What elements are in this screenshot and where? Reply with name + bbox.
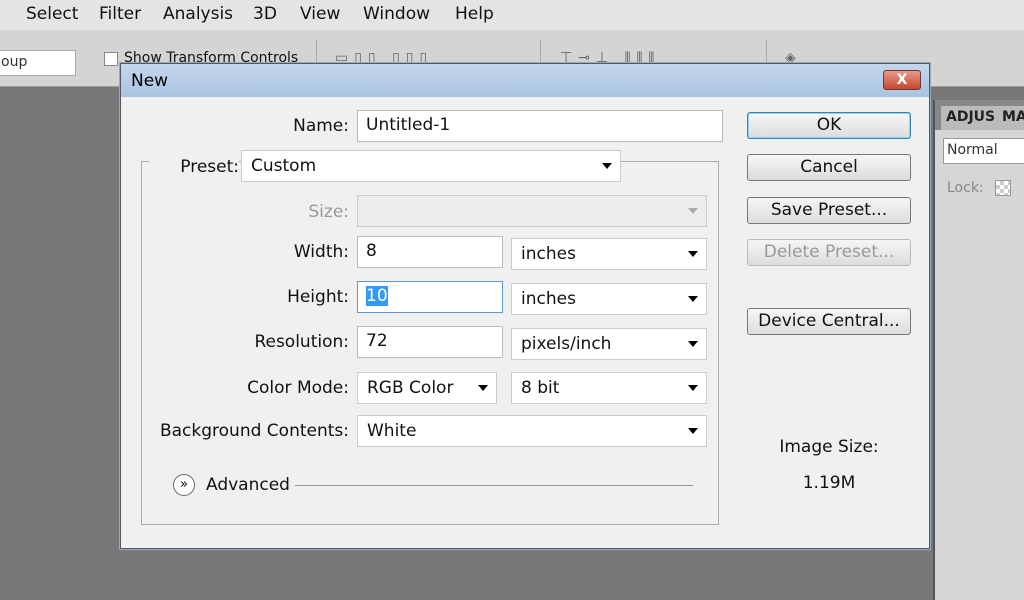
background-select[interactable]: White [357, 415, 707, 447]
advanced-label[interactable]: Advanced [206, 475, 290, 495]
image-size-label: Image Size: [779, 437, 879, 457]
new-document-dialog: New X Name: Untitled-1 Preset: Custom Si… [120, 63, 930, 549]
chevron-down-icon [688, 341, 698, 347]
chevron-down-icon [602, 163, 612, 169]
color-mode-label: Color Mode: [247, 378, 349, 398]
save-preset-button[interactable]: Save Preset... [747, 197, 911, 224]
menu-view[interactable]: View [300, 4, 340, 24]
size-label: Size: [308, 202, 349, 222]
adjustments-panel: ADJUS MA Normal Lock: [933, 100, 1024, 600]
preset-value: Custom [251, 156, 317, 176]
bit-depth-value: 8 bit [521, 378, 560, 398]
height-value: 10 [366, 286, 388, 306]
menu-3d[interactable]: 3D [253, 4, 277, 24]
name-label: Name: [293, 116, 349, 136]
chevron-down-icon [688, 251, 698, 257]
chevron-down-icon [688, 296, 698, 302]
menu-help[interactable]: Help [455, 4, 494, 24]
dialog-title-bar: New X [121, 64, 929, 97]
preset-select[interactable]: Custom [241, 150, 621, 182]
chevron-down-icon [688, 208, 698, 214]
name-input[interactable]: Untitled-1 [357, 110, 723, 142]
resolution-label: Resolution: [254, 332, 349, 352]
lock-transparency-icon[interactable] [995, 180, 1011, 196]
menu-filter[interactable]: Filter [99, 4, 141, 24]
auto-select-dropdown[interactable]: oup [0, 50, 76, 76]
background-label: Background Contents: [159, 421, 349, 441]
close-button[interactable]: X [883, 70, 921, 90]
background-value: White [367, 421, 417, 441]
blend-mode-select[interactable]: Normal [943, 138, 1024, 164]
image-size-value: 1.19M [802, 473, 856, 493]
dialog-title: New [131, 71, 169, 91]
show-transform-checkbox[interactable] [104, 52, 118, 66]
width-unit-value: inches [521, 244, 576, 264]
tab-masks[interactable]: MA [997, 106, 1024, 130]
advanced-divider [295, 485, 693, 486]
bit-depth-select[interactable]: 8 bit [511, 372, 707, 404]
color-mode-select[interactable]: RGB Color [357, 372, 497, 404]
lock-label: Lock: [947, 180, 984, 196]
resolution-unit-select[interactable]: pixels/inch [511, 328, 707, 360]
size-select [357, 195, 707, 227]
width-unit-select[interactable]: inches [511, 238, 707, 270]
tab-adjustments[interactable]: ADJUS [941, 106, 1001, 130]
menu-window[interactable]: Window [363, 4, 430, 24]
menu-bar: Select Filter Analysis 3D View Window He… [0, 0, 1024, 30]
ok-button[interactable]: OK [747, 112, 911, 139]
color-mode-value: RGB Color [367, 378, 454, 398]
resolution-input[interactable]: 72 [357, 326, 503, 358]
chevron-down-icon [688, 385, 698, 391]
height-input[interactable]: 10 [357, 281, 503, 313]
device-central-button[interactable]: Device Central... [747, 308, 911, 335]
expand-advanced-icon[interactable]: » [173, 474, 195, 496]
cancel-button[interactable]: Cancel [747, 154, 911, 181]
delete-preset-button: Delete Preset... [747, 239, 911, 266]
height-unit-value: inches [521, 289, 576, 309]
width-input[interactable]: 8 [357, 236, 503, 268]
height-unit-select[interactable]: inches [511, 283, 707, 315]
preset-label: Preset: [149, 157, 239, 177]
menu-select[interactable]: Select [26, 4, 78, 24]
chevron-down-icon [478, 385, 488, 391]
chevron-down-icon [688, 428, 698, 434]
width-label: Width: [293, 242, 349, 262]
height-label: Height: [287, 287, 349, 307]
menu-analysis[interactable]: Analysis [163, 4, 233, 24]
resolution-unit-value: pixels/inch [521, 334, 612, 354]
